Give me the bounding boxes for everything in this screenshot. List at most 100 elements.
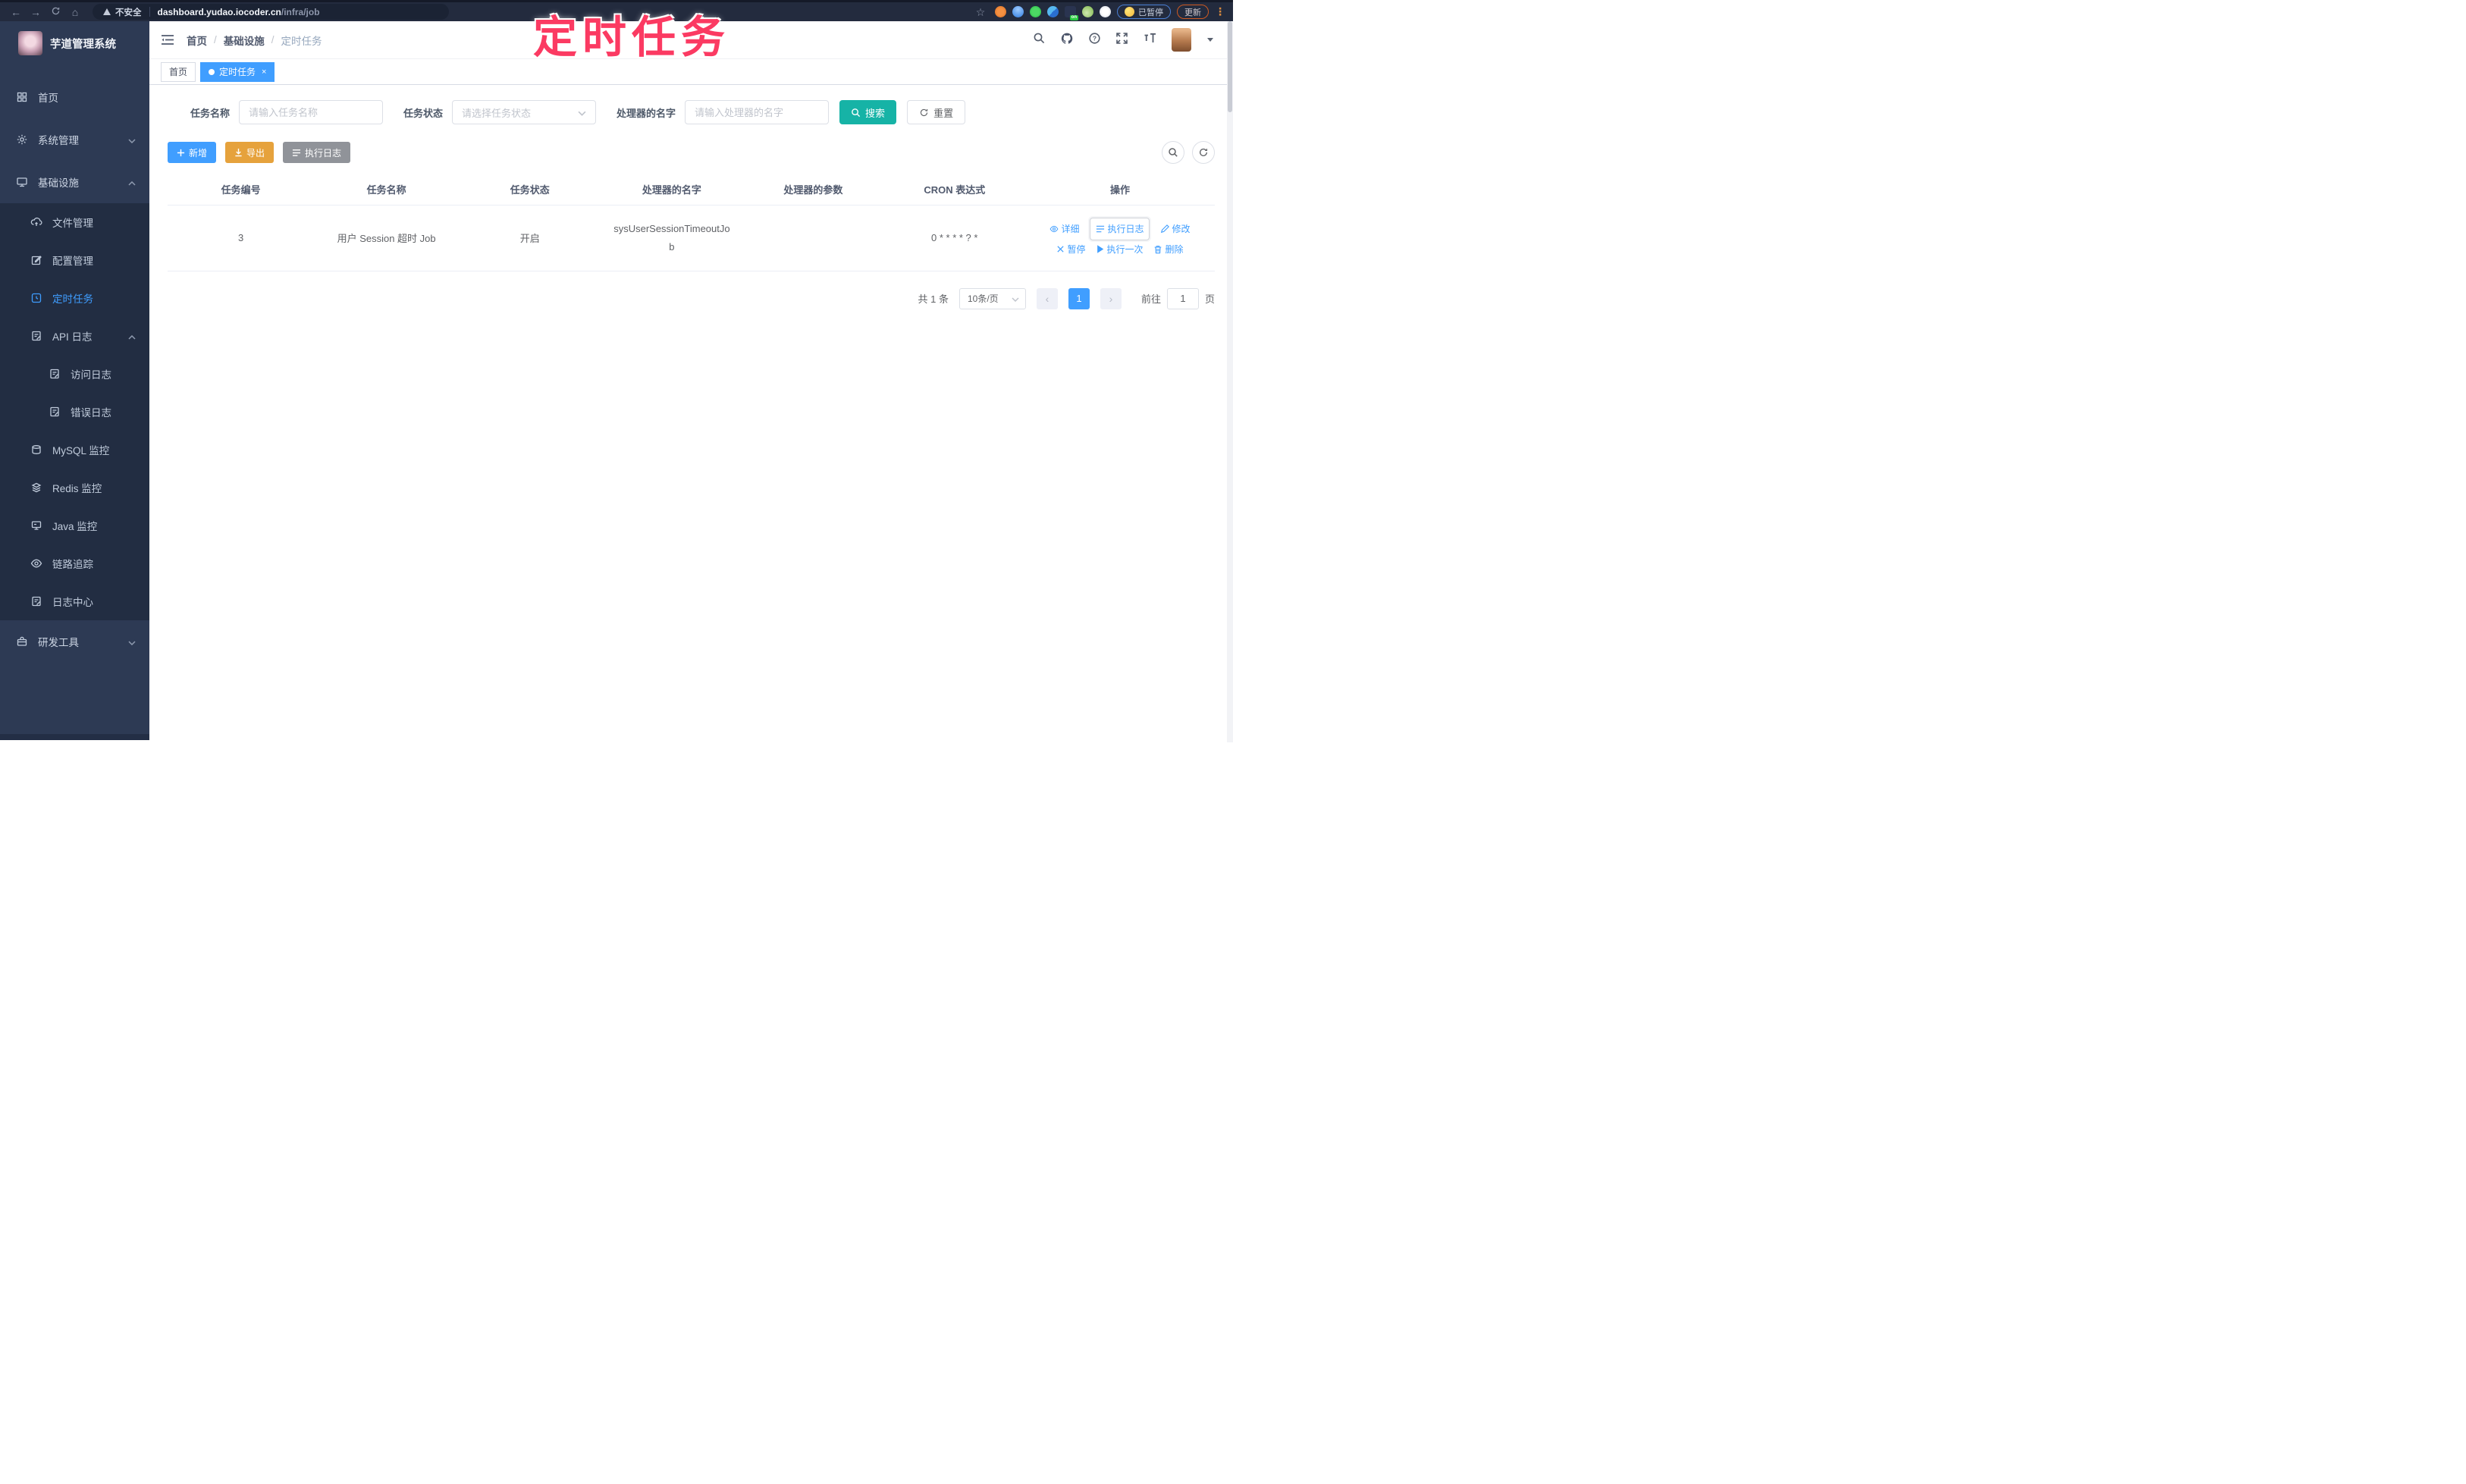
sidebar-item-error-log[interactable]: 错误日志	[0, 393, 149, 431]
tab-home[interactable]: 首页	[161, 61, 196, 82]
tab-job[interactable]: 定时任务 ×	[200, 61, 275, 82]
browser-home-icon[interactable]: ⌂	[67, 4, 83, 20]
sidebar-item-config[interactable]: 配置管理	[0, 241, 149, 279]
profile-paused-badge[interactable]: 已暂停	[1117, 5, 1171, 19]
extension-icon-blue[interactable]	[1012, 6, 1024, 17]
extension-icon-orange[interactable]	[995, 6, 1006, 17]
pause-link[interactable]: 暂停	[1056, 240, 1085, 259]
scrollbar-thumb[interactable]	[1228, 21, 1232, 112]
sidebar-item-system[interactable]: 系统管理	[0, 118, 149, 161]
browser-forward-icon[interactable]: →	[27, 4, 44, 20]
sidebar-item-label: 链路追踪	[52, 559, 93, 570]
sidebar-item-api-log[interactable]: API 日志	[0, 317, 149, 355]
extension-icon-puzzle[interactable]	[1100, 6, 1111, 17]
next-page-button[interactable]: ›	[1100, 287, 1122, 309]
sidebar-item-label: API 日志	[52, 331, 93, 343]
edit-link[interactable]: 修改	[1160, 220, 1191, 238]
page-size-select[interactable]: 10条/页	[958, 287, 1026, 309]
detail-link[interactable]: 详细	[1049, 220, 1079, 238]
job-name-input[interactable]	[239, 100, 384, 124]
cell-handler-name: sysUserSessionTimeoutJob	[601, 205, 743, 271]
extension-icon-leaf[interactable]	[1082, 6, 1093, 17]
prev-page-button[interactable]: ‹	[1036, 287, 1058, 309]
edit-link-label: 修改	[1172, 223, 1191, 234]
chevron-down-icon	[578, 107, 586, 118]
app-logo-row[interactable]: 芋道管理系统	[0, 21, 149, 65]
reset-button[interactable]: 重置	[907, 100, 966, 124]
pagination-total: 共 1 条	[918, 293, 949, 305]
sidebar-item-file[interactable]: 文件管理	[0, 203, 149, 241]
sidebar-item-redis[interactable]: Redis 监控	[0, 469, 149, 507]
sidebar-item-infra[interactable]: 基础设施	[0, 161, 149, 203]
sidebar-item-trace[interactable]: 链路追踪	[0, 544, 149, 582]
font-size-icon[interactable]	[1143, 32, 1157, 49]
log-file-icon	[30, 330, 42, 342]
handler-name-label: 处理器的名字	[616, 107, 676, 119]
refresh-button[interactable]	[1192, 141, 1215, 164]
github-icon[interactable]	[1060, 32, 1074, 49]
sidebar-collapse-icon[interactable]	[161, 34, 174, 45]
toolbox-icon	[16, 635, 28, 648]
exec-log-button-label: 执行日志	[305, 147, 342, 158]
extension-icon-dark[interactable]: on	[1065, 6, 1078, 20]
close-icon[interactable]: ×	[262, 67, 266, 77]
avatar-caret-icon[interactable]	[1207, 38, 1213, 42]
sidebar-item-label: 系统管理	[38, 135, 79, 146]
job-status-select[interactable]: 请选择任务状态	[452, 100, 597, 124]
security-label[interactable]: 不安全	[115, 6, 142, 18]
avatar[interactable]	[1172, 28, 1191, 52]
search-button[interactable]: 搜索	[839, 100, 897, 124]
sidebar-item-devtools[interactable]: 研发工具	[0, 620, 149, 663]
sidebar-item-mysql[interactable]: MySQL 监控	[0, 431, 149, 469]
browser-back-icon[interactable]: ←	[8, 4, 24, 20]
sidebar-item-label: 研发工具	[38, 637, 79, 648]
col-job-name: 任务名称	[314, 174, 459, 206]
annotation-overlay-text: 定时任务	[533, 13, 731, 62]
add-button[interactable]: 新增	[168, 142, 217, 163]
handler-name-input[interactable]	[685, 100, 830, 124]
exec-log-button[interactable]: 执行日志	[283, 142, 351, 163]
tab-label: 定时任务	[219, 67, 256, 77]
svg-text:?: ?	[1093, 34, 1097, 42]
sidebar-item-label: 首页	[38, 93, 58, 104]
show-search-button[interactable]	[1162, 141, 1184, 164]
browser-update-button[interactable]: 更新	[1177, 5, 1209, 19]
sidebar-item-log-center[interactable]: 日志中心	[0, 582, 149, 620]
log-file-icon	[49, 368, 61, 380]
cell-job-name: 用户 Session 超时 Job	[314, 205, 459, 271]
delete-link[interactable]: 删除	[1153, 240, 1184, 259]
address-bar[interactable]: 不安全 dashboard.yudao.iocoder.cn /infra/jo…	[93, 4, 449, 20]
sidebar-item-home[interactable]: 首页	[0, 76, 149, 118]
page-scrollbar[interactable]	[1227, 21, 1233, 742]
extension-icon-grid[interactable]	[1047, 6, 1059, 17]
sidebar-item-label: 文件管理	[52, 218, 93, 229]
table-header-row: 任务编号 任务名称 任务状态 处理器的名字 处理器的参数 CRON 表达式 操作	[168, 174, 1215, 206]
tab-label: 首页	[169, 67, 188, 77]
sidebar-item-java[interactable]: Java 监控	[0, 507, 149, 544]
export-button[interactable]: 导出	[225, 142, 275, 163]
breadcrumb-infra[interactable]: 基础设施	[224, 33, 265, 48]
col-cron: CRON 表达式	[883, 174, 1025, 206]
exec-log-link[interactable]: 执行日志	[1090, 217, 1150, 240]
extension-icon-green-check[interactable]	[1030, 6, 1041, 17]
goto-page-input[interactable]	[1166, 287, 1199, 309]
eye-icon	[30, 557, 42, 569]
search-icon[interactable]	[1033, 32, 1046, 49]
run-once-link-label: 执行一次	[1106, 243, 1144, 255]
sidebar-item-access-log[interactable]: 访问日志	[0, 355, 149, 393]
fullscreen-icon[interactable]	[1115, 32, 1128, 49]
pause-link-label: 暂停	[1067, 243, 1086, 255]
address-divider	[149, 7, 150, 17]
sidebar-item-job[interactable]: 定时任务	[0, 279, 149, 317]
edit-square-icon	[30, 254, 42, 266]
sidebar: 芋道管理系统 首页 系统管理 基础设施 文件管理 配置管理 定时任务 API 日…	[0, 21, 149, 740]
help-icon[interactable]: ?	[1088, 32, 1101, 49]
bookmark-star-icon[interactable]: ☆	[972, 4, 989, 20]
sidebar-item-label: Redis 监控	[52, 483, 102, 494]
exec-log-link-label: 执行日志	[1107, 223, 1144, 234]
breadcrumb-home[interactable]: 首页	[187, 33, 207, 48]
browser-reload-icon[interactable]	[47, 4, 64, 20]
run-once-link[interactable]: 执行一次	[1096, 240, 1143, 259]
page-1-button[interactable]: 1	[1068, 287, 1090, 309]
browser-menu-icon[interactable]: ⋮	[1215, 5, 1225, 18]
